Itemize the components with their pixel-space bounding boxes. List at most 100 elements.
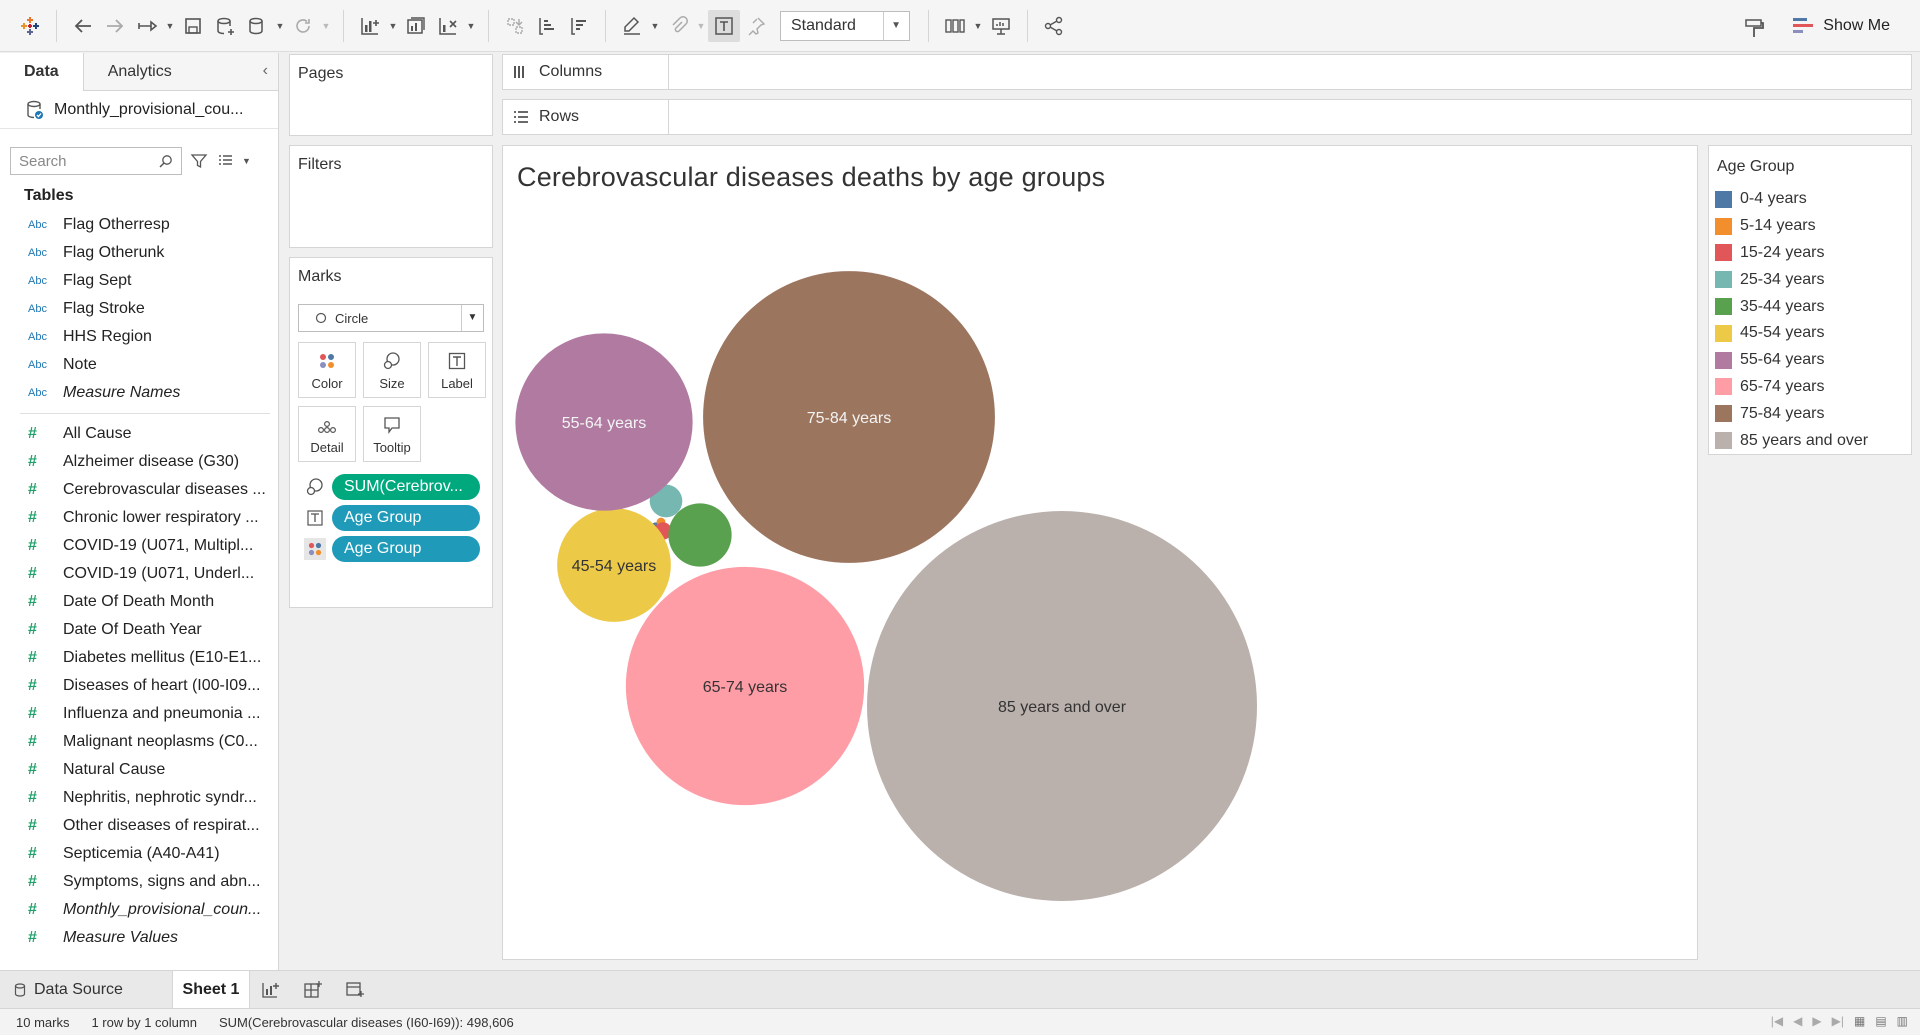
highlight-icon[interactable] [616, 10, 648, 42]
first-page-icon[interactable]: |◀ [1771, 1014, 1783, 1028]
clear-sheet-icon[interactable] [432, 10, 464, 42]
tab-data[interactable]: Data [0, 53, 84, 91]
legend-item[interactable]: 35-44 years [1709, 293, 1911, 320]
tab-view-icon[interactable]: ▥ [1897, 1014, 1908, 1028]
new-story-button[interactable] [334, 971, 376, 1009]
new-datasource-icon[interactable] [209, 10, 241, 42]
pause-updates-icon[interactable] [241, 10, 273, 42]
field-item[interactable]: Abc HHS Region [0, 323, 278, 351]
show-cards-icon[interactable] [939, 10, 971, 42]
redo-icon[interactable] [99, 10, 131, 42]
chevron-down-icon[interactable]: ▼ [163, 21, 177, 31]
field-item[interactable]: Abc Flag Stroke [0, 295, 278, 323]
rows-shelf[interactable]: Rows [502, 99, 1912, 135]
filter-icon[interactable] [190, 152, 208, 170]
film-view-icon[interactable]: ▤ [1875, 1014, 1886, 1028]
legend-item[interactable]: 45-54 years [1709, 320, 1911, 347]
chevron-down-icon[interactable]: ▼ [319, 21, 333, 31]
show-me-button[interactable]: Show Me [1793, 10, 1890, 42]
new-worksheet-button[interactable] [250, 971, 292, 1009]
field-item[interactable]: Abc Flag Otherunk [0, 239, 278, 267]
chevron-down-icon[interactable]: ▼ [464, 21, 478, 31]
chevron-down-icon[interactable]: ▼ [971, 21, 985, 31]
color-pill[interactable]: Age Group [332, 536, 480, 562]
tooltip-button[interactable]: Tooltip [363, 406, 421, 462]
view-list-icon[interactable] [216, 152, 234, 170]
chevron-left-icon[interactable]: ‹ [263, 62, 268, 80]
size-button[interactable]: Size [363, 342, 421, 398]
filters-card[interactable]: Filters [289, 145, 493, 248]
legend-item[interactable]: 75-84 years [1709, 400, 1911, 427]
legend-item[interactable]: 0-4 years [1709, 186, 1911, 213]
last-page-icon[interactable]: ▶| [1832, 1014, 1844, 1028]
size-pill[interactable]: SUM(Cerebrov... [332, 474, 480, 500]
search-input[interactable]: Search [10, 147, 182, 175]
columns-shelf[interactable]: Columns [502, 54, 1912, 90]
prev-page-icon[interactable]: ◀ [1793, 1014, 1802, 1028]
bubble-mark[interactable] [668, 503, 732, 567]
field-item[interactable]: # Diabetes mellitus (E10-E1... [0, 644, 278, 672]
format-workbook-icon[interactable] [1738, 12, 1770, 44]
tableau-logo-icon[interactable] [14, 10, 46, 42]
field-item[interactable]: # Alzheimer disease (G30) [0, 448, 278, 476]
swap-icon[interactable] [499, 10, 531, 42]
legend-item[interactable]: 25-34 years [1709, 266, 1911, 293]
field-item[interactable]: # Date Of Death Year [0, 616, 278, 644]
field-item[interactable]: # All Cause [0, 420, 278, 448]
field-item[interactable]: # Date Of Death Month [0, 588, 278, 616]
sort-ascending-icon[interactable] [531, 10, 563, 42]
save-icon[interactable] [177, 10, 209, 42]
legend-item[interactable]: 5-14 years [1709, 213, 1911, 240]
fix-axes-icon[interactable] [740, 10, 772, 42]
chevron-down-icon[interactable]: ▼ [694, 21, 708, 31]
next-page-icon[interactable]: ▶ [1812, 1014, 1821, 1028]
field-item[interactable]: Abc Measure Names [0, 379, 278, 407]
duplicate-sheet-icon[interactable] [400, 10, 432, 42]
refresh-icon[interactable] [287, 10, 319, 42]
chevron-down-icon[interactable]: ▼ [386, 21, 400, 31]
presentation-mode-icon[interactable] [985, 10, 1017, 42]
label-pill[interactable]: Age Group [332, 505, 480, 531]
field-item[interactable]: # Influenza and pneumonia ... [0, 700, 278, 728]
datasource-item[interactable]: Monthly_provisional_cou... [0, 91, 278, 129]
undo-icon[interactable] [67, 10, 99, 42]
field-item[interactable]: Abc Flag Otherresp [0, 211, 278, 239]
tab-data-source[interactable]: Data Source [0, 971, 172, 1009]
field-item[interactable]: # Diseases of heart (I00-I09... [0, 672, 278, 700]
legend-item[interactable]: 85 years and over [1709, 427, 1911, 454]
field-item[interactable]: # Malignant neoplasms (C0... [0, 728, 278, 756]
share-icon[interactable] [1038, 10, 1070, 42]
field-item[interactable]: # Natural Cause [0, 756, 278, 784]
color-button[interactable]: Color [298, 342, 356, 398]
field-item[interactable]: # Symptoms, signs and abn... [0, 868, 278, 896]
chevron-down-icon[interactable]: ▼ [648, 21, 662, 31]
tab-analytics[interactable]: Analytics [83, 53, 278, 91]
field-item[interactable]: # COVID-19 (U071, Multipl... [0, 532, 278, 560]
show-mark-labels-icon[interactable] [708, 9, 740, 42]
bubble-chart[interactable]: 45-54 years 55-64 years 65-74 years 75-84 y… [503, 146, 1699, 961]
field-item[interactable]: Abc Note [0, 351, 278, 379]
tab-sheet-1[interactable]: Sheet 1 [172, 970, 250, 1009]
fit-select[interactable]: Standard ▼ [780, 10, 910, 41]
replay-icon[interactable] [131, 10, 163, 42]
field-item[interactable]: Abc Flag Sept [0, 267, 278, 295]
new-worksheet-icon[interactable] [354, 10, 386, 42]
mark-type-select[interactable]: Circle ▼ [298, 304, 484, 332]
chevron-down-icon[interactable]: ▼ [273, 21, 287, 31]
field-item[interactable]: # Other diseases of respirat... [0, 812, 278, 840]
field-item[interactable]: # Chronic lower respiratory ... [0, 504, 278, 532]
sort-descending-icon[interactable] [563, 10, 595, 42]
label-button[interactable]: Label [428, 342, 486, 398]
field-item[interactable]: # Septicemia (A40-A41) [0, 840, 278, 868]
group-members-icon[interactable] [662, 10, 694, 42]
field-item[interactable]: # Cerebrovascular diseases ... [0, 476, 278, 504]
legend-item[interactable]: 55-64 years [1709, 347, 1911, 374]
detail-button[interactable]: Detail [298, 406, 356, 462]
pages-card[interactable]: Pages [289, 54, 493, 136]
field-item[interactable]: # Nephritis, nephrotic syndr... [0, 784, 278, 812]
legend-item[interactable]: 65-74 years [1709, 374, 1911, 401]
viz-area[interactable]: Cerebrovascular diseases deaths by age g… [502, 145, 1698, 960]
field-item[interactable]: # COVID-19 (U071, Underl... [0, 560, 278, 588]
field-item[interactable]: # Measure Values [0, 924, 278, 952]
chevron-down-icon[interactable]: ▼ [242, 156, 251, 166]
